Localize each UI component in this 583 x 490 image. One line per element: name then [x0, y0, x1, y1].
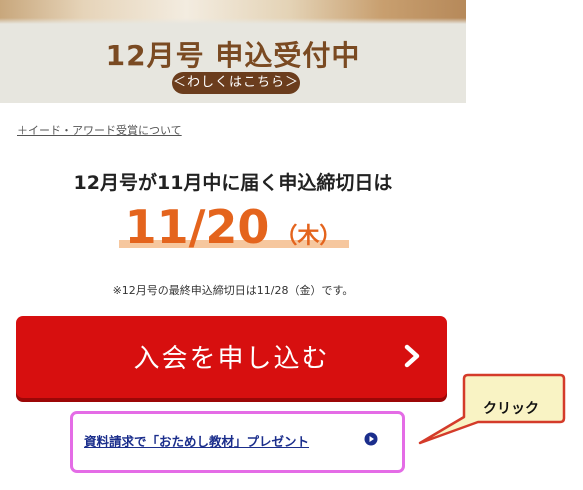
banner-photo: [0, 0, 466, 24]
apply-button-label: 入会を申し込む: [133, 344, 330, 374]
deadline-date: 11/20 （木）: [0, 200, 466, 254]
callout-text: クリック: [483, 401, 539, 417]
banner-details-button[interactable]: ＜わしくはこちら＞: [172, 72, 300, 94]
deadline-date-value: 11/20: [124, 200, 270, 254]
award-link[interactable]: ＋イード・アワード受賞について: [17, 122, 182, 138]
sample-request-link[interactable]: 資料請求で「おためし教材」プレゼント: [84, 431, 309, 450]
chevron-right-icon: [404, 344, 420, 368]
deadline-weekday: （木）: [275, 224, 342, 249]
play-circle-icon[interactable]: [364, 432, 378, 446]
promo-banner[interactable]: 12月号 申込受付中 ＜わしくはこちら＞: [0, 0, 466, 103]
banner-title: 12月号 申込受付中: [105, 39, 361, 72]
final-deadline-note: ※12月号の最終申込締切日は11/28（金）です。: [112, 284, 354, 297]
apply-button[interactable]: 入会を申し込む: [16, 316, 447, 398]
deadline-heading: 12月号が11月中に届く申込締切日は: [73, 172, 393, 194]
